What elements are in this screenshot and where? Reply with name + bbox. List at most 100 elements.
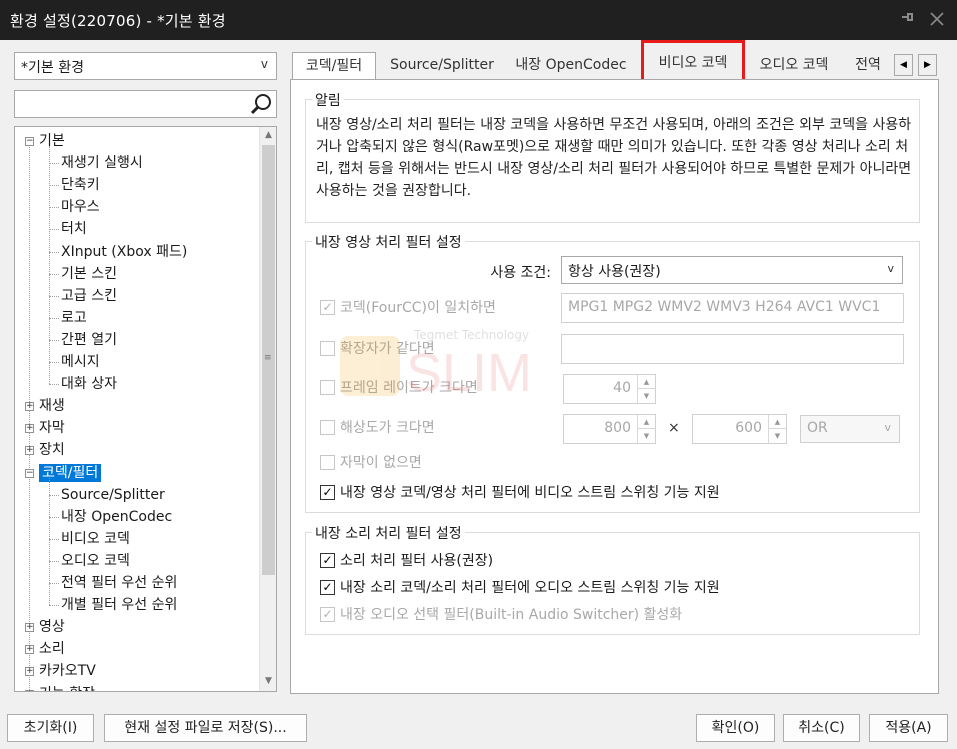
tree-item[interactable]: 마우스: [61, 196, 100, 218]
tree-connector: [49, 605, 59, 607]
framerate-label: 프레임 레이트가 크다면: [340, 380, 478, 396]
tree-item[interactable]: 소리: [39, 638, 65, 660]
tree-connector: [49, 583, 59, 584]
ok-button[interactable]: 확인(O): [696, 714, 775, 742]
audio-switching-checkbox[interactable]: ✓ 내장 소리 코덱/소리 처리 필터에 오디오 스트림 스위칭 기능 지원: [320, 577, 880, 599]
condition-select[interactable]: 항상 사용(권장) v: [561, 256, 903, 284]
tree-item[interactable]: 기능 확장: [39, 683, 95, 692]
tree-item-label: 기본 스킨: [61, 265, 117, 282]
tree-item[interactable]: 메시지: [61, 351, 100, 373]
expand-icon[interactable]: +: [25, 623, 34, 633]
spin-down-icon[interactable]: ▼: [769, 429, 786, 443]
audio-filter-title: 내장 소리 처리 필터 설정: [312, 523, 465, 543]
tree-item[interactable]: 오디오 코덱: [61, 550, 130, 572]
tree-item-label: 기본: [39, 133, 65, 149]
nosub-checkbox[interactable]: 자막이 없으면: [320, 452, 520, 474]
ext-input[interactable]: [561, 334, 904, 364]
tree-item[interactable]: 단축키: [61, 174, 100, 196]
audio-use-checkbox[interactable]: ✓ 소리 처리 필터 사용(권장): [320, 550, 620, 572]
window-title: 환경 설정(220706) - *기본 환경: [10, 12, 226, 30]
resolution-width-stepper[interactable]: 800 ▲ ▼: [563, 414, 656, 444]
audio-selector-checkbox[interactable]: ✓ 내장 오디오 선택 필터(Built-in Audio Switcher) …: [320, 604, 880, 626]
collapse-icon[interactable]: −: [25, 137, 34, 146]
checkbox-icon: ✓: [320, 300, 335, 315]
save-settings-button[interactable]: 현재 설정 파일로 저장(S)...: [104, 714, 307, 742]
reset-button[interactable]: 초기화(I): [7, 714, 94, 742]
spin-down-icon[interactable]: ▼: [638, 389, 655, 403]
resolution-checkbox[interactable]: 해상도가 크다면: [320, 417, 520, 439]
tree-item[interactable]: 고급 스킨: [61, 285, 117, 307]
collapse-icon[interactable]: −: [25, 468, 34, 478]
search-input[interactable]: [14, 90, 277, 118]
tree-item[interactable]: 비디오 코덱: [61, 528, 130, 550]
spin-up-icon[interactable]: ▲: [769, 415, 786, 429]
tree-item[interactable]: 터치: [61, 218, 87, 240]
tree-item[interactable]: 간편 열기: [61, 329, 117, 351]
expand-icon[interactable]: +: [25, 667, 34, 677]
scroll-up-icon[interactable]: ▲: [263, 130, 274, 142]
tab-scroll-right-icon[interactable]: ▶: [918, 54, 937, 76]
tab-audio-codec[interactable]: 오디오 코덱: [750, 52, 838, 80]
checkbox-icon: [320, 380, 335, 395]
tab-label: 오디오 코덱: [759, 57, 829, 73]
fourcc-checkbox[interactable]: ✓ 코덱(FourCC)이 일치하면: [320, 297, 540, 319]
cancel-button[interactable]: 취소(C): [783, 714, 860, 742]
tree-item[interactable]: Source/Splitter: [61, 484, 165, 506]
tree-item[interactable]: 대화 상자: [61, 373, 117, 395]
expand-icon[interactable]: +: [25, 424, 34, 434]
tree-item[interactable]: 영상: [39, 616, 65, 638]
tree-item[interactable]: 개별 필터 우선 순위: [61, 594, 177, 616]
resolution-width-value: 800: [604, 420, 631, 436]
resolution-op-select[interactable]: OR v: [800, 415, 900, 443]
preset-select[interactable]: *기본 환경 v: [14, 52, 277, 80]
tree-scrollbar[interactable]: ▲ ≡ ▼: [259, 127, 276, 691]
expand-icon[interactable]: +: [25, 446, 34, 456]
tree-item[interactable]: 기본 스킨: [61, 263, 117, 285]
framerate-checkbox[interactable]: 프레임 레이트가 크다면: [320, 377, 540, 399]
tree-item[interactable]: 자막: [39, 417, 65, 439]
tab-global[interactable]: 전역: [846, 52, 890, 80]
checkbox-icon: [320, 455, 335, 470]
tree-item[interactable]: XInput (Xbox 패드): [61, 241, 187, 263]
tree-item-label: Source/Splitter: [61, 486, 165, 503]
tab-scroll-left-icon[interactable]: ◀: [894, 54, 913, 76]
ext-checkbox[interactable]: 확장자가 같다면: [320, 338, 520, 360]
tab-source-splitter[interactable]: Source/Splitter: [386, 52, 498, 80]
tree-item-label: 고급 스킨: [61, 287, 117, 304]
close-icon[interactable]: [926, 7, 948, 31]
tree-item-label: 마우스: [61, 199, 100, 216]
spin-up-icon[interactable]: ▲: [638, 375, 655, 389]
fourcc-input[interactable]: MPG1 MPG2 WMV2 WMV3 H264 AVC1 WVC1: [561, 293, 904, 323]
tree-item[interactable]: 재생기 실행시: [61, 152, 143, 174]
tree-item[interactable]: 카카오TV: [39, 660, 96, 682]
tab-label: 내장 OpenCodec: [515, 57, 627, 73]
tree-connector: [49, 185, 59, 187]
pin-icon[interactable]: [896, 9, 918, 31]
expand-icon[interactable]: +: [25, 689, 34, 691]
resolution-label: 해상도가 크다면: [340, 420, 435, 436]
tab-opencodec[interactable]: 내장 OpenCodec: [510, 52, 632, 80]
tree-item[interactable]: 기본: [39, 130, 65, 152]
tab-codec-filter[interactable]: 코덱/필터: [292, 52, 376, 82]
tree-item-label: 기능 확장: [39, 686, 95, 692]
settings-tree[interactable]: ▲ ≡ ▼ 기본 − 재생기 실행시 단축키 마우스 터치 XInput (Xbox 패드)…: [14, 126, 277, 692]
tree-connector: [29, 145, 30, 691]
tree-item[interactable]: 로고: [61, 307, 87, 329]
expand-icon[interactable]: +: [25, 402, 34, 412]
spin-down-icon[interactable]: ▼: [638, 429, 655, 443]
search-icon[interactable]: [249, 92, 273, 116]
spin-up-icon[interactable]: ▲: [638, 415, 655, 429]
resolution-height-stepper[interactable]: 600 ▲ ▼: [692, 414, 787, 444]
framerate-stepper[interactable]: 40 ▲ ▼: [563, 374, 656, 404]
scroll-down-icon[interactable]: ▼: [263, 676, 274, 688]
audio-use-label: 소리 처리 필터 사용(권장): [340, 553, 494, 569]
tree-item[interactable]: 재생: [39, 395, 65, 417]
tree-connector: [49, 317, 59, 319]
tree-item[interactable]: 전역 필터 우선 순위: [61, 572, 177, 594]
tree-item-label: 메시지: [61, 354, 100, 370]
video-switching-checkbox[interactable]: ✓ 내장 영상 코덱/영상 처리 필터에 비디오 스트림 스위칭 기능 지원: [320, 482, 880, 504]
apply-button[interactable]: 적용(A): [869, 714, 948, 742]
tree-item[interactable]: 내장 OpenCodec: [61, 506, 172, 528]
expand-icon[interactable]: +: [25, 645, 34, 655]
tree-item[interactable]: 장치: [39, 439, 65, 461]
